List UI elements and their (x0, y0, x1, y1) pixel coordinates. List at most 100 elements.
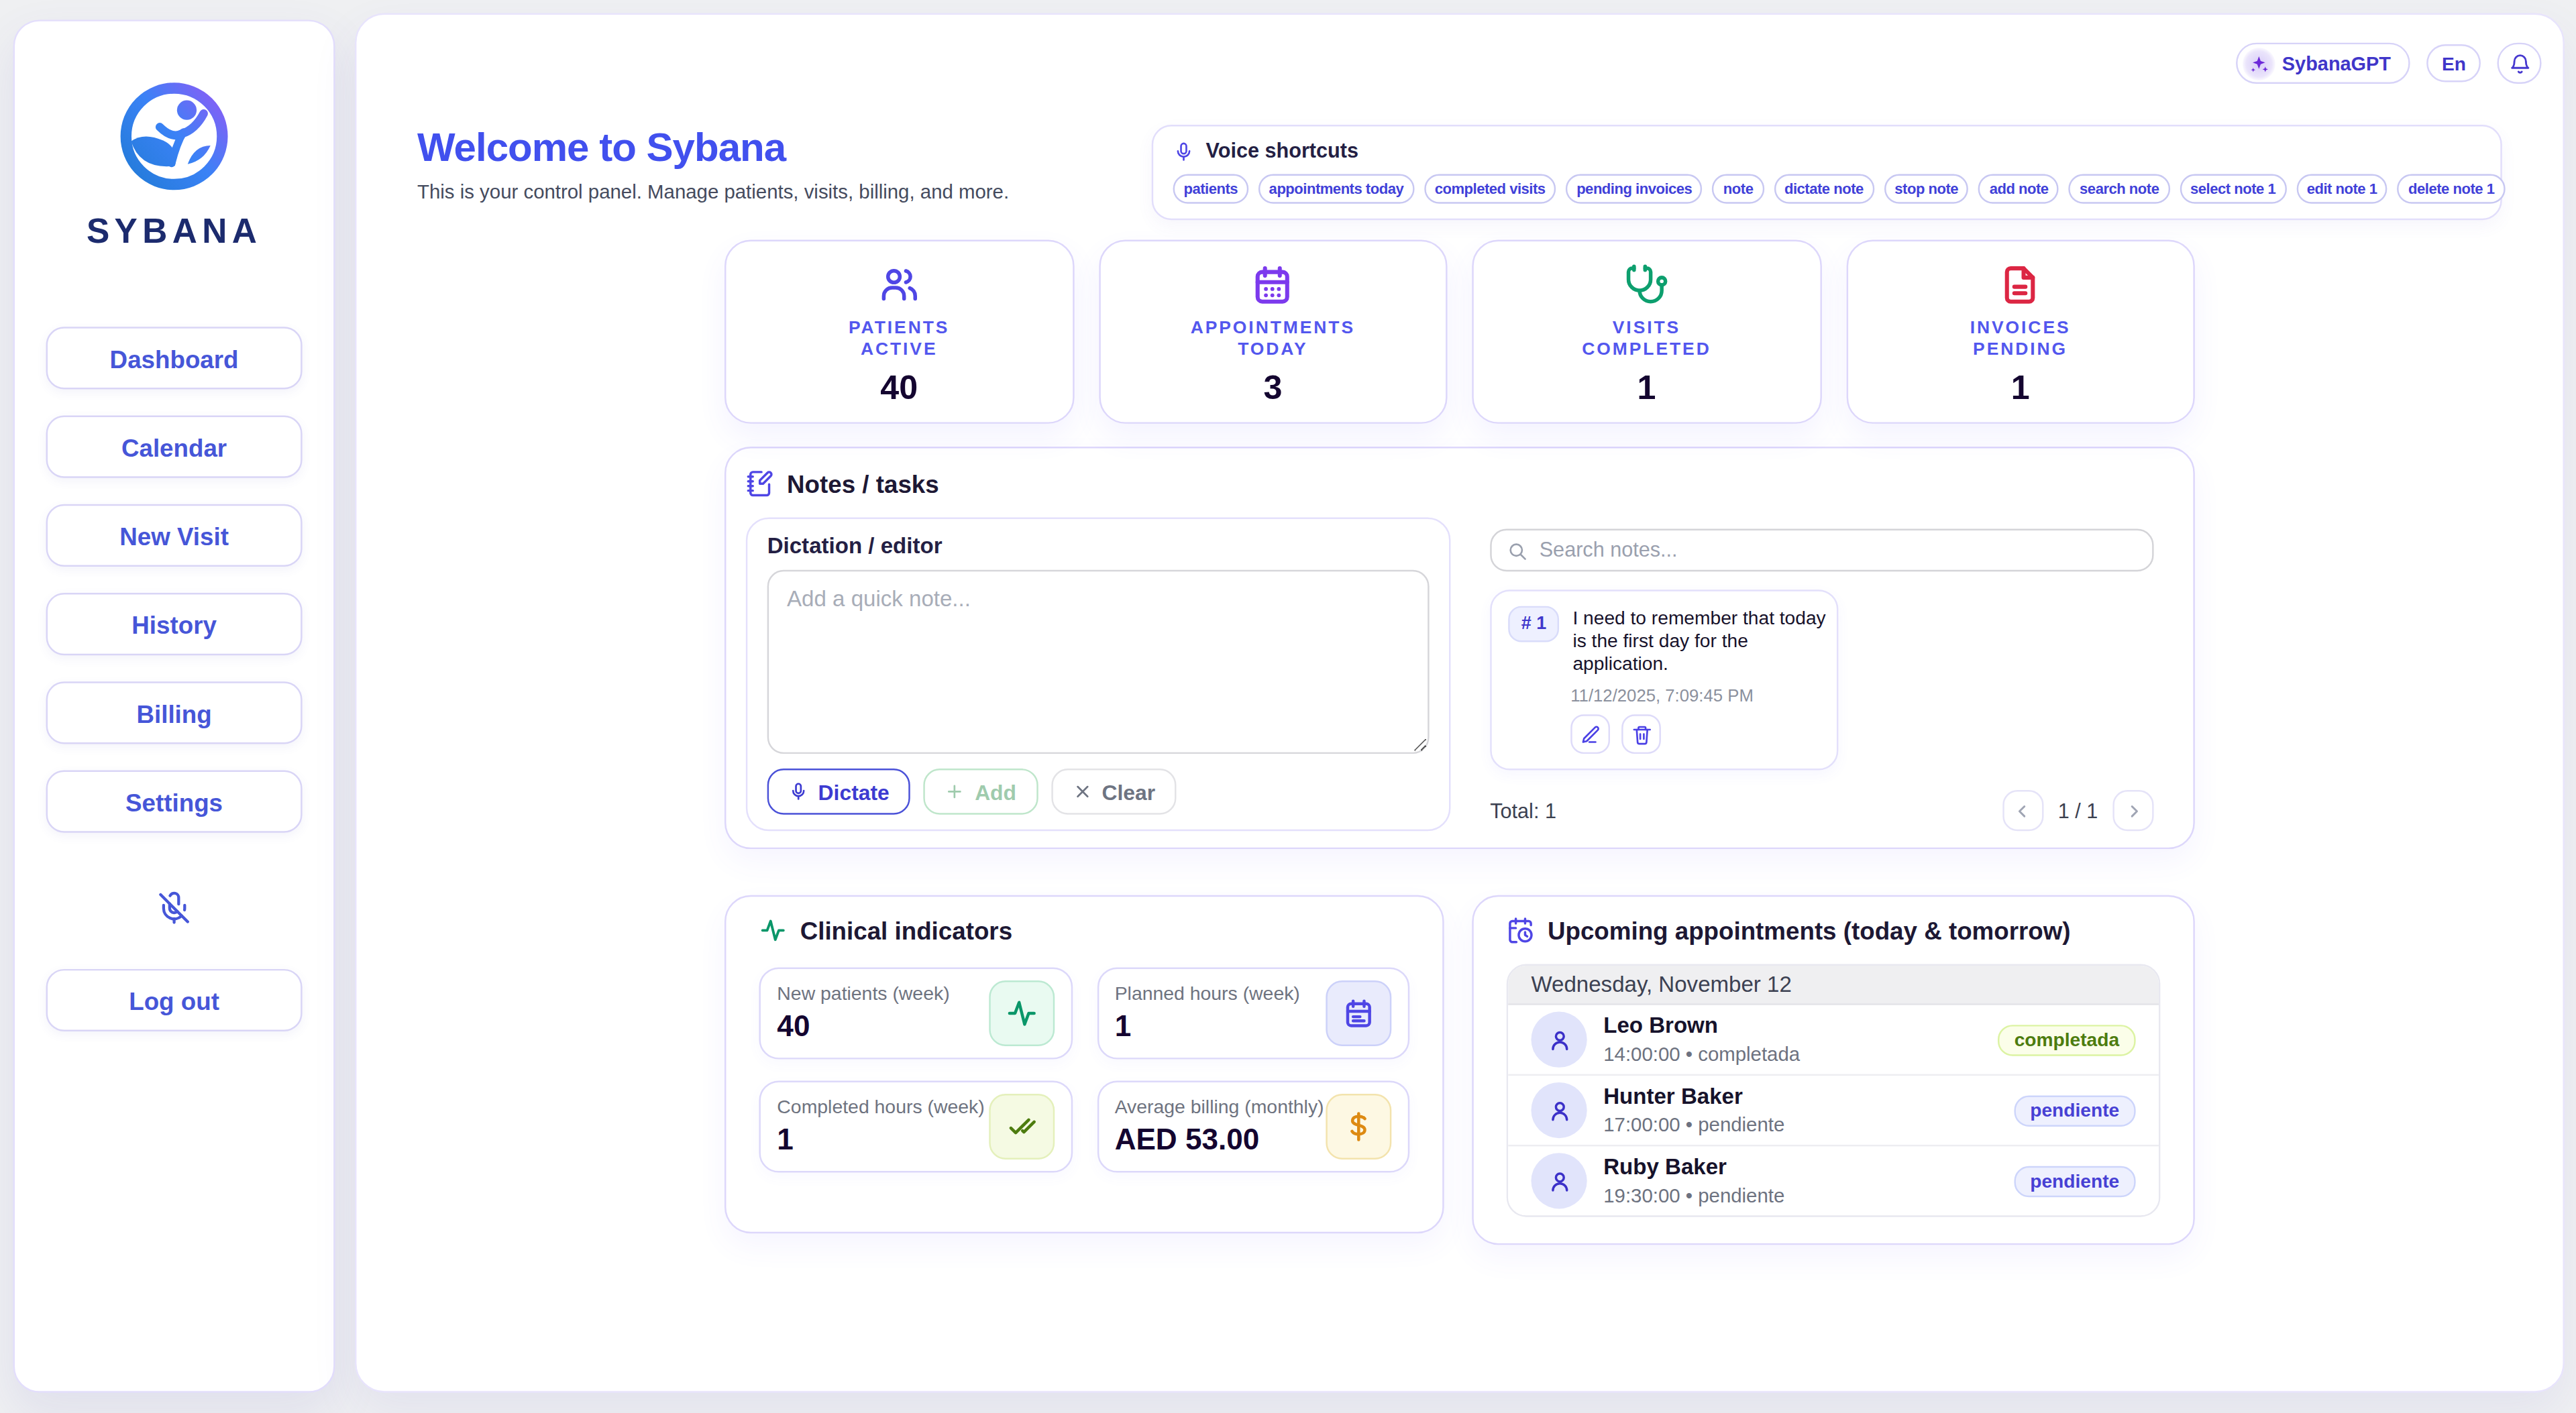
sybanagpt-button[interactable]: SybanaGPT (2236, 43, 2410, 84)
clinical-indicators-section: Clinical indicators New patients (week) … (724, 895, 1444, 1233)
upcoming-appointments-section: Upcoming appointments (today & tomorrow)… (1472, 895, 2195, 1245)
chevron-right-icon (2123, 801, 2143, 820)
calendar-lines-icon (1326, 980, 1391, 1046)
note-text: I need to remember that today is the fir… (1572, 606, 1829, 675)
page-indicator: 1 / 1 (2058, 799, 2098, 822)
dictate-button[interactable]: Dictate (767, 769, 911, 815)
voice-shortcuts-panel: Voice shortcuts patients appointments to… (1152, 125, 2502, 220)
appointment-time-status: 17:00:00 • pendiente (1603, 1113, 1784, 1136)
edit-note-button[interactable] (1570, 714, 1610, 754)
trash-icon (1631, 724, 1652, 745)
upcoming-appointments-title: Upcoming appointments (today & tomorrow) (1548, 917, 2071, 945)
voice-shortcuts-title: Voice shortcuts (1206, 139, 1358, 162)
delete-note-button[interactable] (1621, 714, 1661, 754)
quick-note-input[interactable] (767, 570, 1430, 754)
stat-card-patients-active: PATIENTS ACTIVE 40 (724, 240, 1073, 424)
pulse-icon (988, 980, 1054, 1046)
sidebar-item-dashboard[interactable]: Dashboard (46, 327, 303, 389)
person-icon (1545, 1025, 1573, 1054)
notebook-pen-icon (746, 469, 774, 498)
calendar-clock-icon (1507, 917, 1535, 945)
stat-value: 40 (880, 368, 918, 408)
appointment-row-leo-brown: Leo Brown 14:00:00 • completada completa… (1508, 1005, 2159, 1074)
voice-chip-patients[interactable]: patients (1173, 174, 1248, 204)
stethoscope-icon (1624, 263, 1668, 307)
voice-chip-add-note[interactable]: add note (1979, 174, 2059, 204)
notes-tasks-section: Notes / tasks Dictation / editor Dictate (724, 447, 2195, 849)
sidebar-item-history[interactable]: History (46, 593, 303, 655)
appointments-list: Wednesday, November 12 Leo Brown 14:00:0… (1507, 964, 2161, 1217)
notes-tasks-title: Notes / tasks (787, 469, 939, 498)
clinical-card-completed-hours: Completed hours (week) 1 (759, 1080, 1072, 1172)
sidebar: SYBANA Dashboard Calendar New Visit Hist… (13, 19, 335, 1392)
users-icon (877, 263, 921, 307)
notes-list-panel: # 1 I need to remember that today is the… (1477, 517, 2167, 831)
stat-value: 3 (1263, 368, 1282, 408)
voice-chip-select-note-1[interactable]: select note 1 (2180, 174, 2286, 204)
dictation-editor-label: Dictation / editor (767, 534, 1430, 560)
calendar-icon (1250, 263, 1295, 307)
next-page-button[interactable] (2112, 790, 2153, 831)
note-number-badge: # 1 (1508, 606, 1560, 642)
voice-chip-pending-invoices[interactable]: pending invoices (1566, 174, 1703, 204)
stat-value: 1 (1638, 368, 1656, 408)
voice-chip-completed-visits[interactable]: completed visits (1424, 174, 1556, 204)
prev-page-button[interactable] (2002, 790, 2043, 831)
plus-icon (945, 782, 965, 801)
stat-label: INVOICES PENDING (1970, 317, 2071, 360)
note-card: # 1 I need to remember that today is the… (1490, 589, 1838, 770)
voice-chip-appointments-today[interactable]: appointments today (1258, 174, 1414, 204)
language-button[interactable]: En (2427, 44, 2481, 82)
logout-button[interactable]: Log out (46, 969, 303, 1031)
appointment-patient-name: Leo Brown (1603, 1013, 1800, 1038)
stat-label: PATIENTS ACTIVE (849, 317, 949, 360)
appointment-patient-name: Hunter Baker (1603, 1084, 1784, 1109)
avatar (1531, 1153, 1587, 1208)
voice-chip-note[interactable]: note (1713, 174, 1764, 204)
voice-chip-edit-note-1[interactable]: edit note 1 (2296, 174, 2388, 204)
stat-label: APPOINTMENTS TODAY (1191, 317, 1355, 360)
person-icon (1545, 1096, 1573, 1125)
clinical-card-new-patients: New patients (week) 40 (759, 967, 1072, 1059)
sidebar-item-calendar[interactable]: Calendar (46, 416, 303, 478)
search-notes-box[interactable] (1490, 529, 2153, 572)
bell-icon (2508, 52, 2530, 74)
stat-card-appointments-today: APPOINTMENTS TODAY 3 (1098, 240, 1447, 424)
clinical-card-average-billing: Average billing (monthly) AED 53.00 (1097, 1080, 1410, 1172)
x-icon (1072, 782, 1091, 801)
sidebar-item-billing[interactable]: Billing (46, 681, 303, 744)
voice-chip-stop-note[interactable]: stop note (1884, 174, 1969, 204)
page-title: Welcome to Sybana (417, 125, 1009, 171)
page-subtitle: This is your control panel. Manage patie… (417, 180, 1009, 203)
stat-value: 1 (2011, 368, 2030, 408)
sparkles-icon (2243, 47, 2275, 80)
voice-chip-delete-note-1[interactable]: delete note 1 (2398, 174, 2505, 204)
voice-chip-search-note[interactable]: search note (2069, 174, 2169, 204)
sybanagpt-label: SybanaGPT (2282, 52, 2391, 74)
appointments-date-header: Wednesday, November 12 (1508, 966, 2159, 1005)
clear-note-button[interactable]: Clear (1051, 769, 1176, 815)
notes-total: Total: 1 (1490, 799, 1556, 822)
sidebar-item-settings[interactable]: Settings (46, 771, 303, 833)
person-icon (1545, 1167, 1573, 1195)
pen-icon (1580, 724, 1601, 745)
appointment-row-hunter-baker: Hunter Baker 17:00:00 • pendiente pendie… (1508, 1074, 2159, 1145)
note-timestamp: 11/12/2025, 7:09:45 PM (1570, 685, 1820, 704)
clinical-card-planned-hours: Planned hours (week) 1 (1097, 967, 1410, 1059)
appointment-time-status: 19:30:00 • pendiente (1603, 1184, 1784, 1207)
dollar-icon (1326, 1094, 1391, 1160)
status-badge-pendiente: pendiente (2014, 1094, 2136, 1126)
status-badge-pendiente: pendiente (2014, 1166, 2136, 1197)
add-note-button[interactable]: Add (924, 769, 1038, 815)
brand-name: SYBANA (87, 212, 262, 251)
notifications-button[interactable] (2497, 43, 2541, 84)
mic-icon (1173, 140, 1195, 162)
search-notes-input[interactable] (1540, 539, 2137, 561)
appointment-patient-name: Ruby Baker (1603, 1155, 1784, 1180)
stat-card-visits-completed: VISITS COMPLETED 1 (1472, 240, 1821, 424)
chevron-left-icon (2012, 801, 2032, 820)
mic-muted-icon[interactable] (156, 890, 193, 926)
sidebar-item-new-visit[interactable]: New Visit (46, 504, 303, 567)
status-badge-completada: completada (1998, 1024, 2136, 1056)
voice-chip-dictate-note[interactable]: dictate note (1774, 174, 1874, 204)
